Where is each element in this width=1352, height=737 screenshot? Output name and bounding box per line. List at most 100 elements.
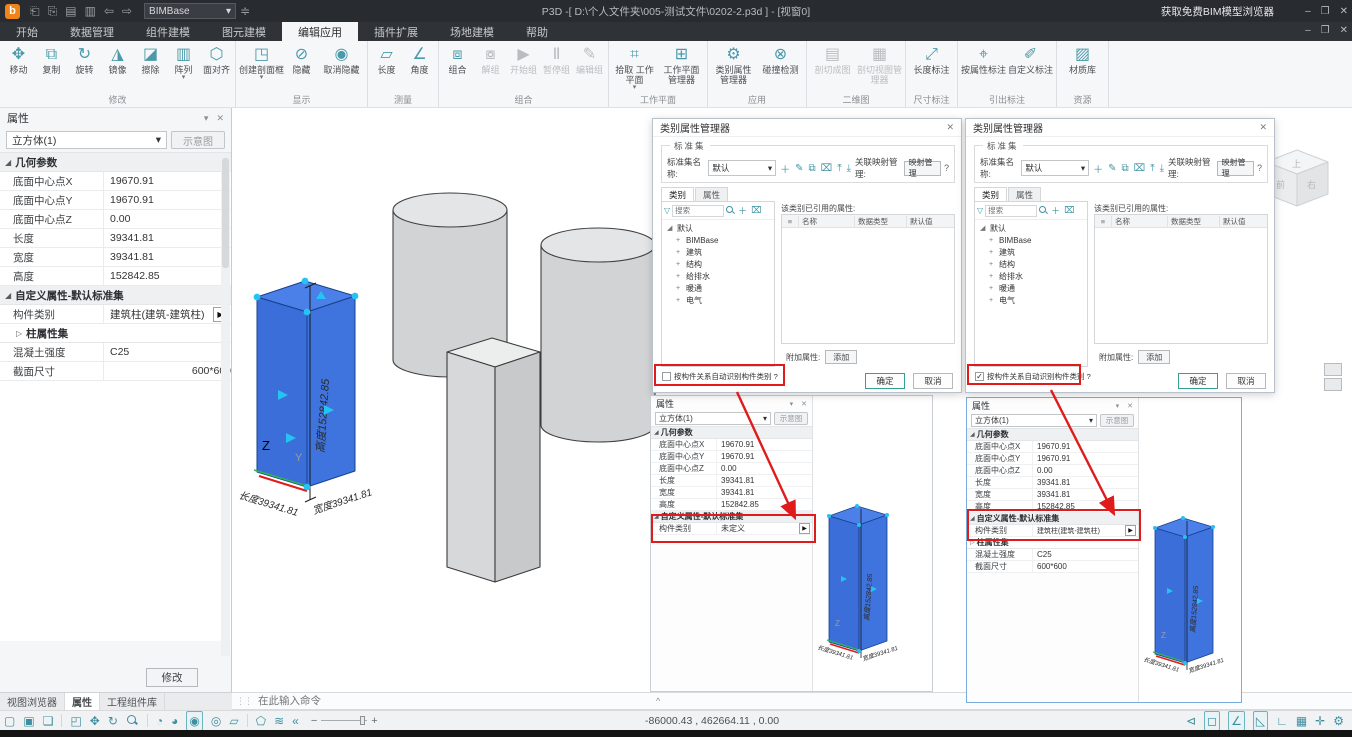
auto-recognize-checkbox[interactable]: ✓ [975, 372, 984, 381]
length-button[interactable]: ▱长度 [370, 44, 403, 76]
add-set-icon[interactable]: ＋ [780, 161, 790, 176]
tree-item-hvac[interactable]: +暖通 [662, 282, 774, 294]
tree-item-plumbing[interactable]: +给排水 [662, 270, 774, 282]
auto-recognize-checkbox[interactable] [662, 372, 671, 381]
prop-row[interactable]: 高度152842.85 [967, 501, 1138, 513]
prop-row[interactable]: 底面中心点Y19670.91 [651, 451, 812, 463]
length-dimension-button[interactable]: ⤢长度标注 [908, 44, 955, 76]
tree-item-structure[interactable]: +结构 [975, 258, 1087, 270]
prop-row[interactable]: 长度39341.81 [651, 475, 812, 487]
angle-button[interactable]: ∠角度 [403, 44, 436, 76]
workplane-manager-button[interactable]: ⊞工作平面 管理器 [658, 44, 705, 86]
restore-button[interactable]: ❐ [1321, 6, 1330, 17]
selection-box-icon[interactable]: ◻ [1204, 711, 1220, 731]
category-picker-button[interactable]: ▶ [1125, 525, 1136, 536]
prop-row[interactable]: 混凝土强度C25 [967, 549, 1138, 561]
command-input[interactable] [256, 694, 616, 708]
import-set-icon[interactable]: ⤓ [1160, 163, 1164, 174]
tree-item-electrical[interactable]: +电气 [975, 294, 1087, 306]
orbit-icon[interactable]: ↻ [108, 712, 118, 730]
panel-close-icon[interactable]: ✕ [1127, 402, 1133, 410]
new-file-icon[interactable]: ⎗ [30, 4, 40, 19]
search-icon[interactable] [726, 206, 735, 215]
redo-icon[interactable]: ⇨ [122, 4, 132, 18]
add-property-button[interactable]: 添加 [825, 350, 857, 364]
tab-edit-apply[interactable]: 编辑应用 [282, 22, 358, 41]
doc-restore-button[interactable]: ❐ [1321, 25, 1330, 36]
prop-row[interactable]: 底面中心点Y19670.91 [0, 191, 231, 210]
search-input[interactable] [672, 205, 724, 217]
selection-filter-icon[interactable]: ⊲ [1186, 712, 1196, 730]
delete-set-icon[interactable]: ⌧ [821, 163, 833, 174]
new-viewport-icon[interactable]: ▢ [4, 712, 15, 730]
column-name[interactable]: 名称 [798, 216, 854, 227]
zoom-icon[interactable] [127, 715, 138, 726]
tab-site-modeling[interactable]: 场地建模 [434, 22, 510, 41]
tab-start[interactable]: 开始 [0, 22, 54, 41]
cancel-button[interactable]: 取消 [913, 373, 953, 389]
filter-icon[interactable]: ▽ [977, 206, 983, 215]
view-perspective-icon[interactable]: ◉ [186, 711, 202, 731]
section-geometry[interactable]: ◢几何参数 [651, 427, 812, 439]
prop-row[interactable]: 底面中心点Y19670.91 [967, 453, 1138, 465]
mini-3d-view-2[interactable]: 高度152842.85 长度39341.81 宽度39341.81 Z [1139, 398, 1241, 702]
add-category-icon[interactable]: ＋ [1050, 204, 1061, 217]
tab-plugin-extension[interactable]: 插件扩展 [358, 22, 434, 41]
menu-icon[interactable]: ≡ [782, 217, 798, 226]
menu-icon[interactable]: ≡ [1095, 217, 1111, 226]
minimize-button[interactable]: – [1305, 6, 1311, 17]
prop-row[interactable]: 底面中心点X19670.91 [967, 441, 1138, 453]
dialog-close-icon[interactable]: ✕ [946, 122, 954, 133]
custom-annotation-button[interactable]: ✐自定义标注 [1007, 44, 1054, 76]
gray-cylinder-2[interactable] [541, 228, 655, 442]
save-file-icon[interactable]: ▤ [65, 4, 76, 18]
tab-data-management[interactable]: 数据管理 [54, 22, 130, 41]
tab-property[interactable]: 属性 [1008, 187, 1041, 201]
move-button[interactable]: ✥移动 [2, 44, 35, 76]
export-set-icon[interactable]: ⤒ [837, 163, 841, 174]
view-plane-icon[interactable]: ▱ [229, 712, 238, 730]
import-set-icon[interactable]: ⤓ [847, 163, 851, 174]
viewport-layout-icon[interactable]: ▣ [23, 712, 34, 730]
command-bar-collapse-icon[interactable]: ^ [656, 696, 660, 706]
tree-item-bimbase[interactable]: +BIMBase [975, 234, 1087, 246]
group-button[interactable]: ⧈组合 [441, 44, 474, 76]
material-library-button[interactable]: ▨材质库 [1059, 44, 1106, 76]
edit-set-icon[interactable]: ✎ [795, 163, 803, 174]
section-view-manager-button[interactable]: ▦剖切视图管理器 [856, 44, 903, 86]
polar-snap-icon[interactable]: ∠ [1228, 711, 1245, 731]
tab-category[interactable]: 类别 [974, 187, 1007, 201]
tab-help[interactable]: 帮助 [510, 22, 564, 41]
copy-set-icon[interactable]: ⧉ [1122, 163, 1129, 174]
prop-row[interactable]: 宽度39341.81 [967, 489, 1138, 501]
panel-collapse-icon[interactable]: ▾ [1116, 402, 1120, 410]
view-cube[interactable]: 上 前 右 [1266, 150, 1328, 206]
view-front-icon[interactable]: ◔ [156, 712, 163, 730]
zoom-in-icon[interactable]: + [371, 715, 377, 727]
element-selector[interactable]: 立方体(1)▾ [971, 414, 1097, 427]
collapse-toolbar-icon[interactable]: « [292, 712, 299, 730]
hide-button[interactable]: ⊘隐藏 [285, 44, 318, 76]
subsection-column-property-set[interactable]: ▷柱属性集 [967, 537, 1138, 549]
panel-close-icon[interactable]: ✕ [801, 400, 807, 408]
copy-set-icon[interactable]: ⧉ [809, 163, 816, 174]
prop-row[interactable]: 混凝土强度C25 [0, 343, 231, 362]
array-button[interactable]: ▥阵列▾ [167, 44, 200, 82]
cancel-button[interactable]: 取消 [1226, 373, 1266, 389]
create-section-box-button[interactable]: ◳创建剖面框▾ [238, 44, 285, 82]
tree-item-architecture[interactable]: +建筑 [662, 246, 774, 258]
render-style-icon[interactable]: ≋ [274, 712, 284, 730]
delete-category-icon[interactable]: ⌧ [1063, 205, 1075, 216]
tree-item-default[interactable]: ◢默认 [662, 222, 774, 234]
start-group-button[interactable]: ▶开始组 [507, 44, 540, 76]
mirror-button[interactable]: ◮镜像 [101, 44, 134, 76]
tree-item-default[interactable]: ◢默认 [975, 222, 1087, 234]
floating-mini-button-2[interactable] [1324, 378, 1342, 391]
pick-workplane-button[interactable]: ⌗拾取 工作平面▾ [611, 44, 658, 92]
column-type[interactable]: 数据类型 [854, 216, 906, 227]
subsection-column-property-set[interactable]: ▷柱属性集 [0, 324, 231, 343]
doc-minimize-button[interactable]: – [1305, 25, 1311, 36]
prop-row[interactable]: 高度152842.85 [651, 499, 812, 511]
schematic-button[interactable]: 示意图 [1100, 414, 1134, 427]
component-category-row[interactable]: 构件类别建筑柱(建筑-建筑柱)▶ [0, 305, 231, 324]
